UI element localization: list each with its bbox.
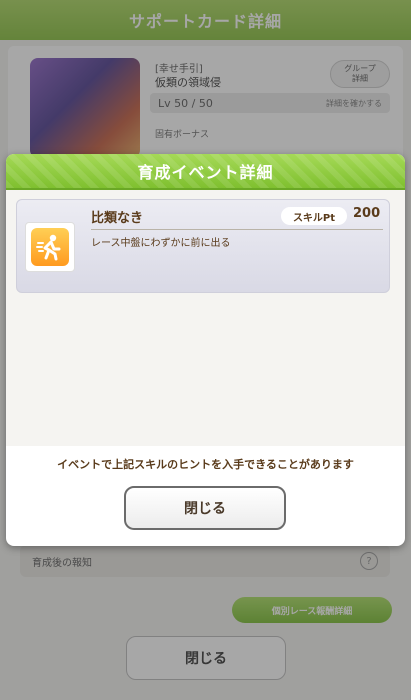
speed-up-runner-icon <box>31 228 69 266</box>
skill-divider <box>91 229 383 230</box>
skill-description: レース中盤にわずかに前に出る <box>91 238 231 249</box>
skill-pt-value: 200 <box>353 206 381 221</box>
skill-name: 比類なき <box>91 211 144 226</box>
dialog-header: 育成イベント詳細 <box>6 154 405 190</box>
dialog-title: 育成イベント詳細 <box>137 163 274 182</box>
training-event-detail-dialog: 育成イベント詳細 比類なき スキルPt 200 レース中盤にわずかに前に出る イ… <box>6 154 405 546</box>
close-button[interactable]: 閉じる <box>124 486 286 530</box>
skill-icon-frame <box>25 222 75 272</box>
hint-note: イベントで上記スキルのヒントを入手できることがあります <box>57 458 354 471</box>
skill-pt-label: スキルPt <box>281 207 347 225</box>
dialog-body: 比類なき スキルPt 200 レース中盤にわずかに前に出る <box>6 190 405 446</box>
skill-hint-card[interactable]: 比類なき スキルPt 200 レース中盤にわずかに前に出る <box>16 199 390 293</box>
